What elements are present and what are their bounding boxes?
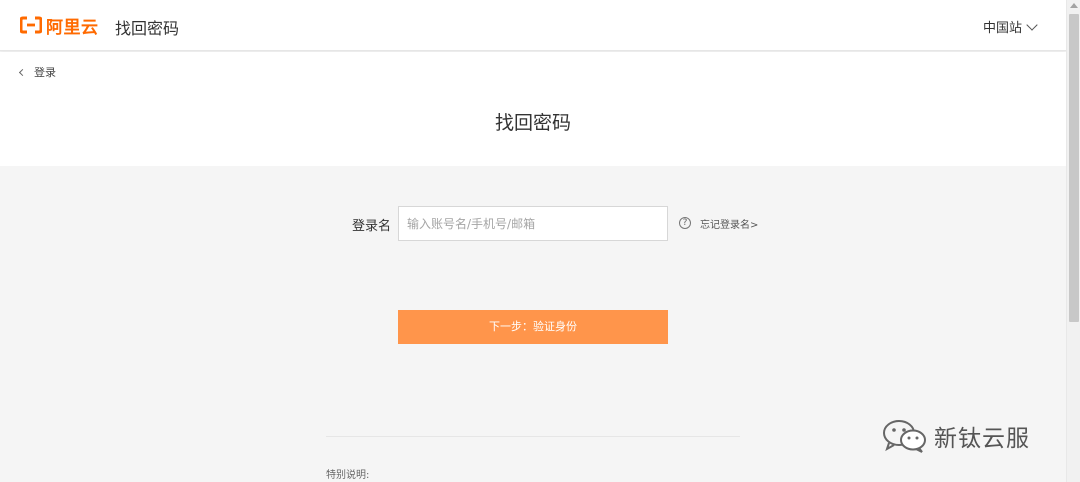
aliyun-logo-icon [20, 16, 42, 34]
watermark: 新钛云服 [880, 418, 1030, 454]
top-header: 阿里云 找回密码 中国站 [0, 0, 1066, 51]
chevron-down-icon [1026, 18, 1038, 31]
next-verify-identity-button[interactable]: 下一步：验证身份 [398, 310, 668, 344]
special-note-title: 特别说明: [326, 470, 370, 481]
header-title: 找回密码 [115, 19, 180, 38]
region-label: 中国站 [982, 21, 1022, 36]
region-selector[interactable]: 中国站 [982, 17, 1038, 36]
back-label: 登录 [34, 66, 56, 79]
question-circle-icon[interactable]: ? [679, 217, 691, 229]
logo-text: 阿里云 [46, 17, 99, 38]
scrollbar-thumb[interactable] [1069, 14, 1079, 322]
title-band: 登录 找回密码 [0, 52, 1066, 166]
page-title: 找回密码 [494, 112, 571, 134]
aliyun-logo[interactable]: 阿里云 [20, 14, 99, 38]
vertical-scrollbar[interactable] [1066, 0, 1080, 482]
login-name-input[interactable] [398, 206, 668, 241]
wechat-icon [880, 418, 930, 454]
chevron-left-icon [18, 68, 27, 76]
divider [326, 436, 740, 437]
watermark-text: 新钛云服 [934, 426, 1030, 452]
scroll-up-arrow-icon[interactable] [1070, 3, 1078, 8]
forgot-login-name-link[interactable]: 忘记登录名> [700, 216, 758, 231]
login-name-label: 登录名 [352, 219, 392, 234]
back-to-login-link[interactable]: 登录 [18, 64, 56, 80]
page: 阿里云 找回密码 中国站 登录 找回密码 登录名 ? 忘记登录名> 下一步：验证… [0, 0, 1080, 482]
